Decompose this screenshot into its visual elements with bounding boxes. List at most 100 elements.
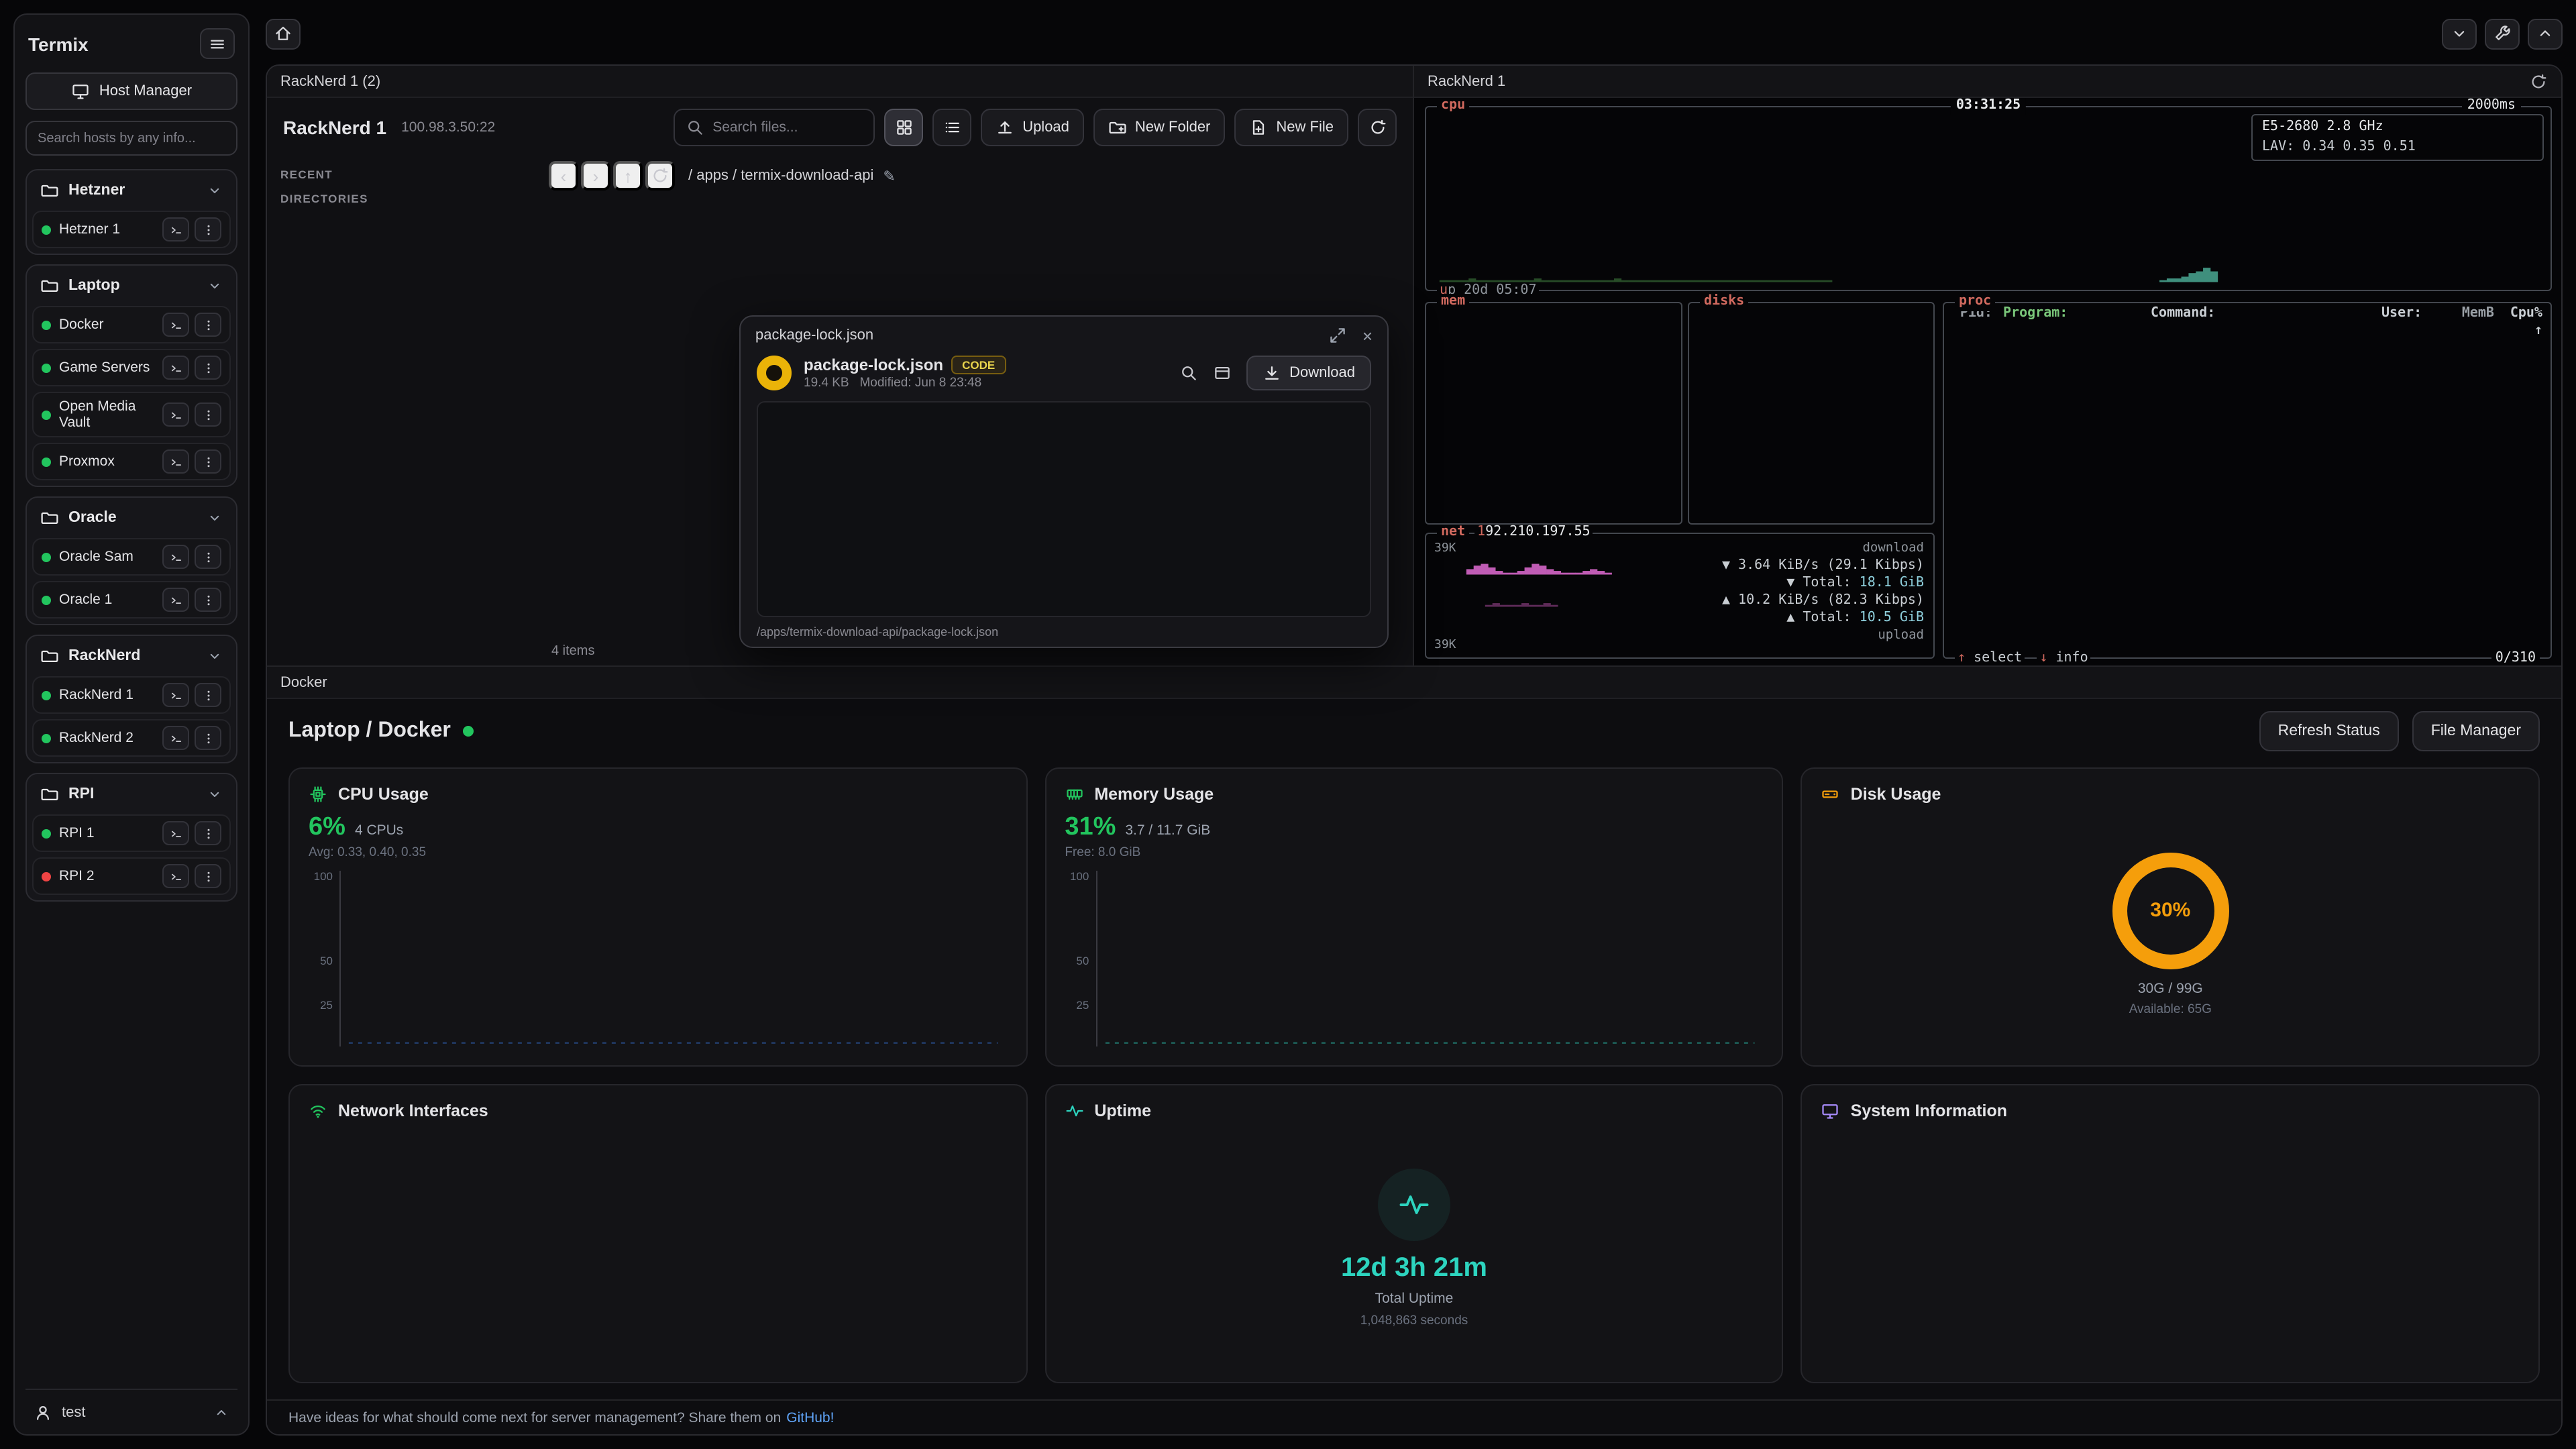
host-manager-button[interactable]: Host Manager <box>25 72 237 110</box>
host-item[interactable]: Oracle Sam <box>32 538 231 576</box>
search-in-file-icon[interactable] <box>1179 364 1198 382</box>
connect-terminal-button[interactable] <box>162 545 189 569</box>
sidebar-menu-button[interactable] <box>200 28 235 59</box>
uptime-icon <box>1065 1102 1083 1120</box>
memory-icon <box>1065 785 1083 804</box>
file-manager-panel-header: RackNerd 1 (2) <box>267 66 1413 98</box>
memory-free: Free: 8.0 GiB <box>1065 845 1763 860</box>
nav-forward-button[interactable]: › <box>581 161 610 191</box>
system-information-card: System Information <box>1801 1084 2540 1383</box>
tab-list-dropdown-button[interactable] <box>2442 18 2477 49</box>
btop-proc-box: proc Pid: Program: Command: User: MemB C… <box>1943 302 2552 659</box>
file-search-input[interactable] <box>712 119 863 136</box>
host-item[interactable]: RackNerd 1 <box>32 676 231 714</box>
connect-terminal-button[interactable] <box>162 821 189 845</box>
host-item[interactable]: Docker <box>32 306 231 343</box>
host-item[interactable]: RPI 1 <box>32 814 231 852</box>
upload-button[interactable]: Upload <box>981 109 1084 146</box>
connect-terminal-button[interactable] <box>162 449 189 474</box>
home-button[interactable] <box>266 18 301 49</box>
host-item[interactable]: Open Media Vault <box>32 392 231 437</box>
upload-speed: ▲ 10.2 KiB/s (82.3 Kibps) <box>1722 592 1924 609</box>
host-group: Laptop Docker Game Servers Open Media Vault… <box>25 264 237 487</box>
btop-mem-box: mem <box>1425 302 1682 525</box>
app-title: Termix <box>28 33 89 54</box>
nav-refresh-button[interactable] <box>645 161 675 191</box>
connect-terminal-button[interactable] <box>162 864 189 888</box>
grid-view-button[interactable] <box>884 109 923 146</box>
refresh-files-button[interactable] <box>1358 109 1397 146</box>
breadcrumb[interactable]: / apps / termix-download-api ✎ <box>688 167 896 184</box>
host-menu-button[interactable] <box>195 313 221 337</box>
sync-icon[interactable] <box>2529 72 2548 91</box>
folder-icon <box>40 785 59 804</box>
host-group-header[interactable]: Hetzner <box>32 176 231 205</box>
tools-button[interactable] <box>2485 18 2520 49</box>
close-icon[interactable]: × <box>1362 325 1373 345</box>
kebab-menu-icon <box>201 731 215 745</box>
file-search[interactable] <box>674 109 875 146</box>
user-menu[interactable]: test <box>25 1389 237 1434</box>
host-group-header[interactable]: Laptop <box>32 271 231 301</box>
host-group-header[interactable]: RPI <box>32 780 231 809</box>
host-groups: Hetzner Hetzner 1 Laptop Docker Game Servers… <box>25 169 237 1389</box>
host-item[interactable]: Proxmox <box>32 443 231 480</box>
open-in-editor-icon[interactable] <box>1213 364 1232 382</box>
host-menu-button[interactable] <box>195 545 221 569</box>
host-item[interactable]: Hetzner 1 <box>32 211 231 248</box>
host-item[interactable]: RackNerd 2 <box>32 719 231 757</box>
connect-terminal-button[interactable] <box>162 313 189 337</box>
connect-terminal-button[interactable] <box>162 683 189 707</box>
host-group-header[interactable]: RackNerd <box>32 641 231 671</box>
status-dot <box>42 410 51 419</box>
new-file-button[interactable]: New File <box>1234 109 1348 146</box>
host-menu-button[interactable] <box>195 356 221 380</box>
cpu-load-avg: Avg: 0.33, 0.40, 0.35 <box>309 845 1007 860</box>
host-group-header[interactable]: Oracle <box>32 503 231 533</box>
edit-path-icon[interactable]: ✎ <box>883 167 895 184</box>
connect-terminal-button[interactable] <box>162 588 189 612</box>
connect-terminal-button[interactable] <box>162 726 189 750</box>
new-folder-button[interactable]: New Folder <box>1093 109 1226 146</box>
net-scale-top: 39K <box>1434 541 1456 557</box>
net-scale-bottom: 39K <box>1434 637 1456 653</box>
code-view[interactable] <box>757 402 1371 617</box>
connect-terminal-button[interactable] <box>162 356 189 380</box>
host-menu-button[interactable] <box>195 588 221 612</box>
nav-up-button[interactable]: ↑ <box>613 161 643 191</box>
host-menu-button[interactable] <box>195 402 221 427</box>
nav-back-button[interactable]: ‹ <box>549 161 578 191</box>
process-count: 0/310 <box>2491 650 2540 665</box>
expand-icon[interactable] <box>1329 326 1348 345</box>
pulse-icon <box>1378 1168 1450 1240</box>
connect-terminal-button[interactable] <box>162 402 189 427</box>
host-menu-button[interactable] <box>195 449 221 474</box>
host-search-input[interactable] <box>25 121 237 156</box>
info-control[interactable]: ↓ info <box>2037 650 2090 665</box>
mem-box-title: mem <box>1437 294 1469 311</box>
download-button[interactable]: Download <box>1246 356 1371 390</box>
host-item[interactable]: RPI 2 <box>32 857 231 895</box>
host-menu-button[interactable] <box>195 683 221 707</box>
memory-usage: 3.7 / 11.7 GiB <box>1125 822 1210 839</box>
refresh-status-button[interactable]: Refresh Status <box>2259 711 2399 751</box>
file-manager-button[interactable]: File Manager <box>2412 711 2540 751</box>
github-link[interactable]: GitHub! <box>786 1409 834 1426</box>
connect-terminal-button[interactable] <box>162 217 189 241</box>
host-menu-button[interactable] <box>195 821 221 845</box>
host-item[interactable]: Oracle 1 <box>32 581 231 619</box>
collapse-tabbar-button[interactable] <box>2528 18 2563 49</box>
host-menu-button[interactable] <box>195 726 221 750</box>
card-title: Network Interfaces <box>338 1102 488 1120</box>
host-item[interactable]: Game Servers <box>32 349 231 386</box>
net-box-title: net <box>1437 525 1469 541</box>
host-menu-button[interactable] <box>195 864 221 888</box>
upload-label: upload <box>1722 627 1924 644</box>
network-icon <box>309 1102 327 1120</box>
host-menu-button[interactable] <box>195 217 221 241</box>
terminal-icon <box>168 407 183 422</box>
kebab-menu-icon <box>201 317 215 332</box>
terminal-screen[interactable]: cpu 03:31:25 2000ms ▁▁▁▁▂▁▁▁▁▁▁▁▁▂▁▁▁▁▁▁… <box>1414 98 2561 665</box>
select-control[interactable]: ↑ select <box>1955 650 2025 665</box>
list-view-button[interactable] <box>932 109 971 146</box>
